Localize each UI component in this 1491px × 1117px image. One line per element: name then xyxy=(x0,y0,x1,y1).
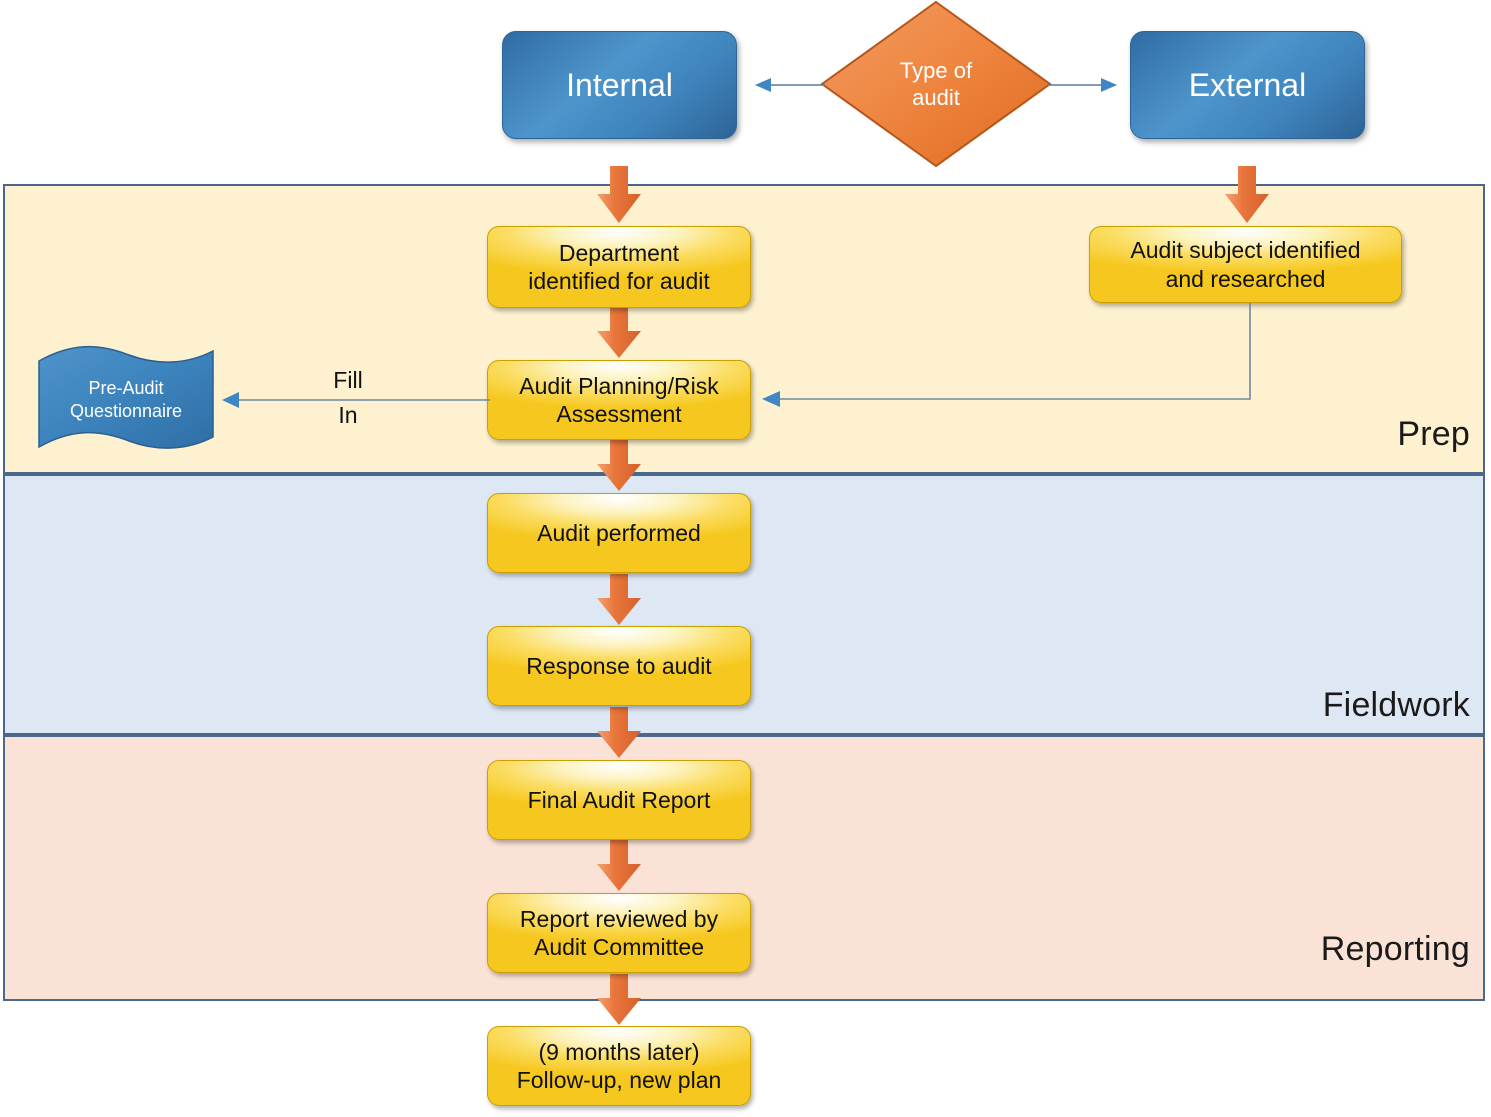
edge-label-in-text: In xyxy=(338,402,358,428)
swimlane-label-reporting-text: Reporting xyxy=(1320,930,1470,968)
node-report-reviewed-by-committee[interactable]: Report reviewed by Audit Committee xyxy=(487,893,751,973)
node-response-to-audit-text: Response to audit xyxy=(526,652,712,679)
flowchart-canvas: Internal External Type of audit Departme… xyxy=(0,0,1491,1117)
swimlane-label-prep: Prep xyxy=(1100,415,1470,454)
node-external-label: External xyxy=(1188,66,1307,103)
review-line-1: Report reviewed by xyxy=(519,905,719,932)
arrow-final-report-to-review xyxy=(596,840,642,892)
arrow-department-to-planning xyxy=(596,307,642,359)
node-department-identified-text: Department identified for audit xyxy=(528,239,710,295)
node-audit-subject-text: Audit subject identified and researched xyxy=(1130,236,1360,292)
connector-diamond-to-internal xyxy=(755,76,825,94)
arrow-internal-to-department xyxy=(596,166,642,224)
followup-line-1: (9 months later) xyxy=(538,1038,700,1065)
audit-subject-line-1: Audit subject identified xyxy=(1130,237,1361,264)
node-audit-performed-text: Audit performed xyxy=(537,519,701,546)
node-internal-label: Internal xyxy=(566,66,673,103)
node-audit-planning-text: Audit Planning/Risk Assessment xyxy=(519,372,718,428)
department-line-2: identified for audit xyxy=(528,268,710,294)
arrow-performed-to-response xyxy=(596,574,642,626)
swimlane-label-fieldwork: Fieldwork xyxy=(1060,686,1470,725)
node-audit-performed[interactable]: Audit performed xyxy=(487,493,751,573)
node-external[interactable]: External xyxy=(1130,31,1365,139)
node-department-identified[interactable]: Department identified for audit xyxy=(487,226,751,308)
arrow-review-to-followup xyxy=(596,974,642,1026)
department-line-1: Department xyxy=(558,239,680,266)
node-final-audit-report[interactable]: Final Audit Report xyxy=(487,760,751,840)
arrow-planning-to-performed xyxy=(596,440,642,492)
node-follow-up-new-plan[interactable]: (9 months later) Follow-up, new plan xyxy=(487,1026,751,1106)
node-type-of-audit[interactable]: Type of audit xyxy=(820,0,1052,168)
node-follow-up-text: (9 months later) Follow-up, new plan xyxy=(517,1038,722,1094)
node-internal[interactable]: Internal xyxy=(502,31,737,139)
connector-diamond-to-external xyxy=(1047,76,1117,94)
planning-line-1: Audit Planning/Risk xyxy=(519,372,719,399)
edge-label-fill-text: Fill xyxy=(333,367,363,393)
connector-audit-subject-to-planning xyxy=(760,300,1260,410)
node-audit-subject-identified[interactable]: Audit subject identified and researched xyxy=(1089,226,1402,303)
planning-line-2: Assessment xyxy=(556,401,682,427)
swimlane-label-fieldwork-text: Fieldwork xyxy=(1322,686,1470,724)
followup-line-2: Follow-up, new plan xyxy=(516,1067,722,1093)
node-response-to-audit[interactable]: Response to audit xyxy=(487,626,751,706)
arrow-external-to-audit-subject xyxy=(1224,166,1270,224)
audit-subject-line-2: and researched xyxy=(1165,265,1326,292)
node-report-reviewed-text: Report reviewed by Audit Committee xyxy=(520,905,718,961)
arrow-response-to-final-report xyxy=(596,707,642,759)
node-final-audit-report-text: Final Audit Report xyxy=(527,786,711,813)
swimlane-label-reporting: Reporting xyxy=(1060,930,1470,969)
node-audit-planning-risk-assessment[interactable]: Audit Planning/Risk Assessment xyxy=(487,360,751,440)
swimlane-label-prep-text: Prep xyxy=(1397,415,1470,453)
edge-label-in: In xyxy=(300,402,396,429)
edge-label-fill: Fill xyxy=(300,367,396,394)
review-line-2: Audit Committee xyxy=(533,934,704,960)
node-pre-audit-questionnaire[interactable]: Pre-Audit Questionnaire xyxy=(36,345,216,455)
